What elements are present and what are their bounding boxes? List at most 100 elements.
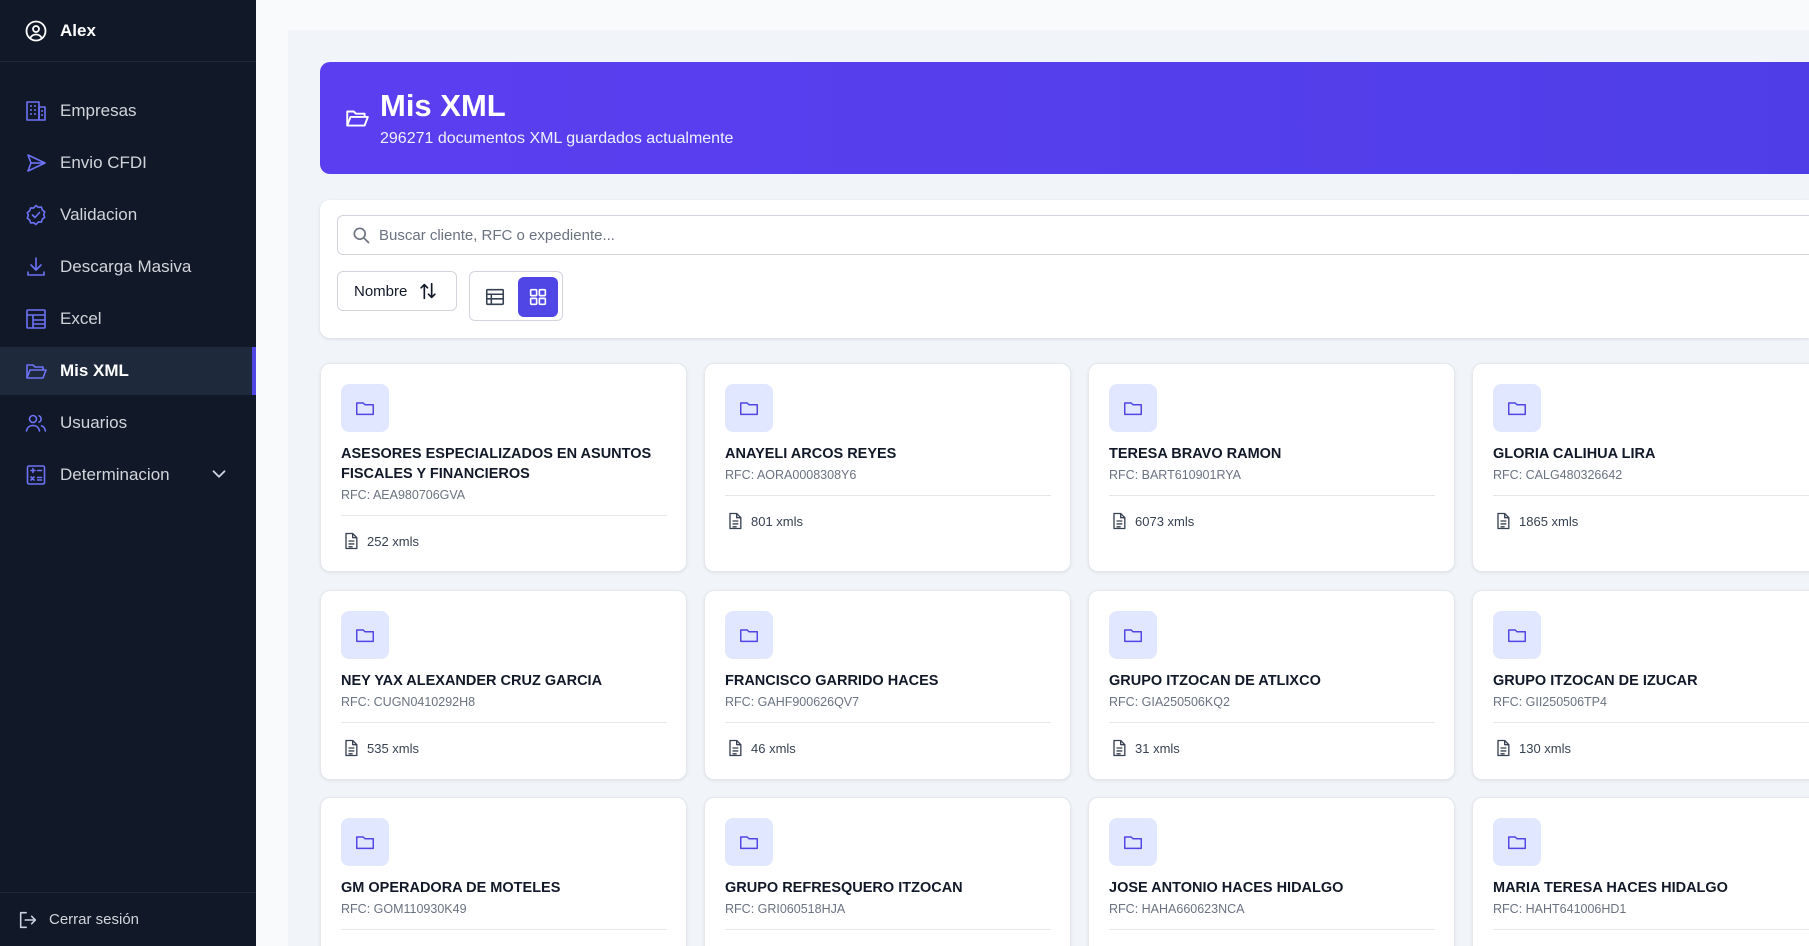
sidebar-item-mis-xml[interactable]: Mis XML: [0, 347, 256, 395]
document-icon: [1497, 512, 1510, 530]
xml-count: 1865 xmls: [1493, 511, 1578, 531]
client-card[interactable]: GM OPERADORA DE MOTELES RFC: GOM110930K4…: [320, 797, 687, 946]
client-name: FRANCISCO GARRIDO HACES: [725, 673, 939, 689]
sidebar-item-validacion[interactable]: Validacion: [0, 191, 256, 239]
client-name: MARIA TERESA HACES HIDALGO: [1493, 880, 1728, 896]
user-name: Alex: [60, 20, 96, 40]
client-card[interactable]: ANAYELI ARCOS REYES RFC: AORA0008308Y6 8…: [704, 363, 1071, 572]
folder-icon: [1124, 836, 1142, 850]
client-name: TERESA BRAVO RAMON: [1109, 446, 1282, 462]
xml-count-label: 801 xmls: [751, 513, 804, 529]
calculator-icon: [26, 465, 46, 485]
sidebar-item-envio-cfdi[interactable]: Envio CFDI: [0, 139, 256, 187]
sidebar-item-label: Determinacion: [60, 465, 170, 484]
xml-count: 46 xmls: [725, 738, 796, 758]
sidebar-item-label: Mis XML: [60, 361, 129, 380]
sort-button[interactable]: Nombre: [337, 271, 457, 311]
card-divider: [1493, 929, 1809, 930]
building-icon: [26, 101, 46, 121]
card-divider: [725, 722, 1051, 723]
client-rfc: RFC: GOM110930K49: [341, 902, 467, 916]
client-rfc: RFC: HAHT641006HD1: [1493, 902, 1627, 916]
sidebar-item-empresas[interactable]: Empresas: [0, 87, 256, 135]
user-profile[interactable]: Alex: [0, 0, 256, 62]
sidebar-item-usuarios[interactable]: Usuarios: [0, 399, 256, 447]
grid-view-button[interactable]: [518, 277, 558, 317]
client-card[interactable]: GRUPO ITZOCAN DE IZUCAR RFC: GII250506TP…: [1472, 590, 1809, 780]
client-rfc: RFC: BART610901RYA: [1109, 468, 1242, 482]
card-divider: [1493, 722, 1809, 723]
sidebar-item-label: Empresas: [60, 101, 137, 120]
document-icon: [345, 739, 358, 757]
client-rfc: RFC: CUGN0410292H8: [341, 695, 476, 709]
sidebar-item-determinacion[interactable]: Determinacion: [0, 451, 256, 499]
client-card[interactable]: ASESORES ESPECIALIZADOS EN ASUNTOS FISCA…: [320, 363, 687, 572]
card-divider: [341, 515, 667, 516]
sidebar-nav: Empresas Envio CFDI Validacion Descarga …: [0, 62, 256, 499]
card-divider: [725, 929, 1051, 930]
search-box[interactable]: [337, 215, 1809, 255]
view-toggle: [469, 271, 563, 321]
xml-count-label: 1865 xmls: [1519, 513, 1579, 529]
xml-count: 31 xmls: [1109, 738, 1180, 758]
client-card[interactable]: GRUPO ITZOCAN DE ATLIXCO RFC: GIA250506K…: [1088, 590, 1455, 780]
folder-open-icon: [346, 110, 369, 127]
folder-icon: [740, 402, 758, 416]
folder-icon-badge: [725, 611, 773, 659]
list-view-button[interactable]: [475, 277, 515, 317]
xml-count-label: 252 xmls: [367, 533, 420, 549]
folder-icon: [1508, 836, 1526, 850]
document-icon: [1113, 739, 1126, 757]
folder-icon: [1508, 629, 1526, 643]
grid-view-icon: [529, 288, 547, 306]
folder-icon-badge: [341, 818, 389, 866]
folder-icon: [740, 836, 758, 850]
send-icon: [27, 154, 46, 172]
card-divider: [1493, 495, 1809, 496]
card-divider: [1109, 929, 1435, 930]
sidebar-item-label: Descarga Masiva: [60, 257, 192, 276]
client-card[interactable]: MARIA TERESA HACES HIDALGO RFC: HAHT6410…: [1472, 797, 1809, 946]
folder-open-icon: [26, 364, 47, 379]
folder-icon-badge: [1109, 818, 1157, 866]
chevron-down-icon[interactable]: [208, 463, 230, 485]
xml-count-label: 46 xmls: [751, 740, 796, 756]
users-icon: [25, 414, 47, 432]
xml-count: 252 xmls: [341, 531, 419, 551]
folder-icon-badge: [725, 818, 773, 866]
page-header: Mis XML 296271 documentos XML guardados …: [320, 62, 1809, 174]
page-title: Mis XML: [380, 88, 506, 123]
client-name: ASESORES ESPECIALIZADOS EN ASUNTOS FISCA…: [341, 446, 652, 482]
folder-icon: [356, 629, 374, 643]
client-card[interactable]: JOSE ANTONIO HACES HIDALGO RFC: HAHA6606…: [1088, 797, 1455, 946]
client-rfc: RFC: AORA0008308Y6: [725, 468, 857, 482]
client-rfc: RFC: GRI060518HJA: [725, 902, 846, 916]
client-card[interactable]: TERESA BRAVO RAMON RFC: BART610901RYA 60…: [1088, 363, 1455, 572]
xml-count-label: 31 xmls: [1135, 740, 1180, 756]
download-icon: [27, 257, 45, 276]
folder-icon: [1124, 402, 1142, 416]
folder-icon-badge: [1493, 384, 1541, 432]
sort-arrows-icon: [420, 282, 437, 300]
logout-button[interactable]: Cerrar sesión: [0, 892, 256, 946]
search-input[interactable]: [379, 226, 1679, 244]
document-icon: [729, 739, 742, 757]
xml-count-label: 535 xmls: [367, 740, 420, 756]
document-icon: [345, 532, 358, 550]
client-card[interactable]: FRANCISCO GARRIDO HACES RFC: GAHF900626Q…: [704, 590, 1071, 780]
page-subtitle: 296271 documentos XML guardados actualme…: [380, 130, 734, 147]
client-rfc: RFC: AEA980706GVA: [341, 488, 466, 502]
sidebar-item-label: Envio CFDI: [60, 153, 147, 172]
client-card[interactable]: NEY YAX ALEXANDER CRUZ GARCIA RFC: CUGN0…: [320, 590, 687, 780]
client-rfc: RFC: GAHF900626QV7: [725, 695, 860, 709]
client-card[interactable]: GRUPO REFRESQUERO ITZOCAN RFC: GRI060518…: [704, 797, 1071, 946]
folder-icon-badge: [1109, 384, 1157, 432]
client-card[interactable]: GLORIA CALIHUA LIRA RFC: CALG480326642 1…: [1472, 363, 1809, 572]
folder-icon-badge: [725, 384, 773, 432]
sidebar-item-excel[interactable]: Excel: [0, 295, 256, 343]
card-divider: [1109, 722, 1435, 723]
sidebar-item-descarga-masiva[interactable]: Descarga Masiva: [0, 243, 256, 291]
client-name: ANAYELI ARCOS REYES: [725, 446, 897, 462]
search-icon: [353, 227, 370, 244]
client-rfc: RFC: GII250506TP4: [1493, 695, 1607, 709]
